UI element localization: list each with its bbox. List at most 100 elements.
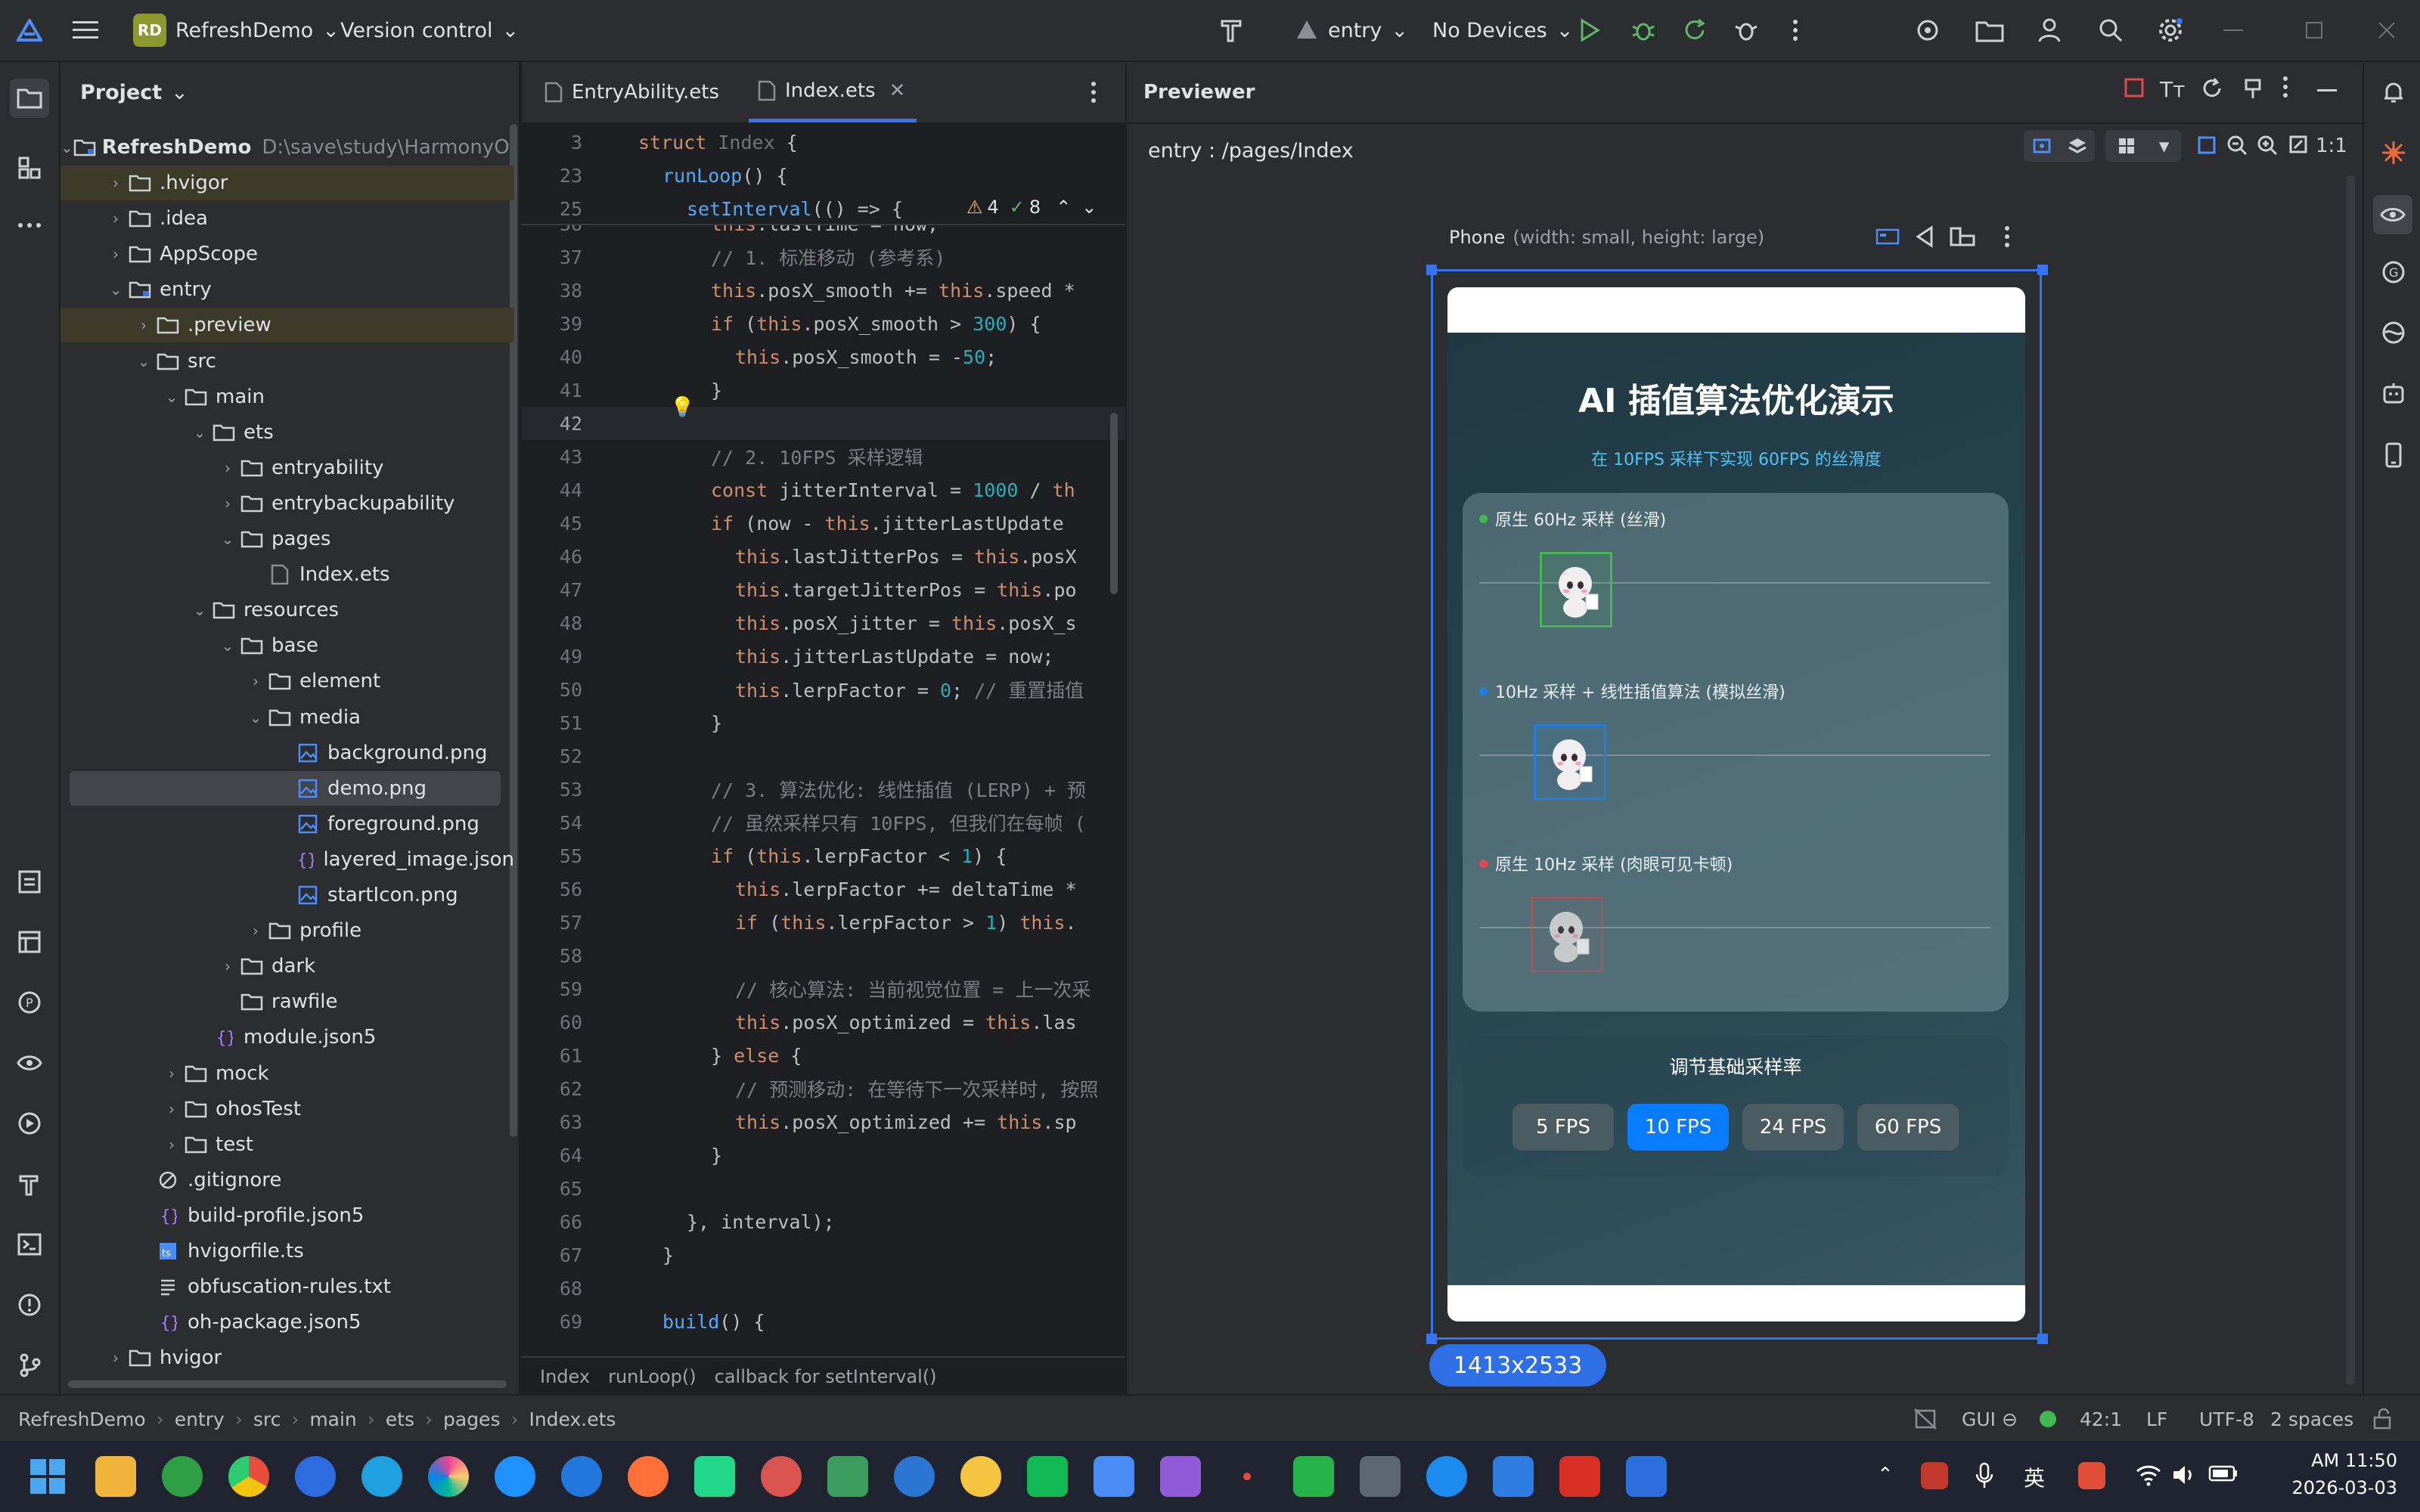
gif-tool-icon[interactable]: [1626, 1456, 1667, 1497]
notifications-icon[interactable]: [2378, 77, 2409, 107]
debug-icon[interactable]: [1630, 0, 1656, 60]
tree-item[interactable]: › ohosTest: [60, 1092, 514, 1126]
stop-icon[interactable]: [2124, 77, 2145, 98]
chevron-right-icon[interactable]: ›: [105, 1349, 126, 1367]
tree-item[interactable]: › element: [60, 664, 514, 699]
attach-debugger-icon[interactable]: [1733, 0, 1759, 60]
chevron-right-icon[interactable]: ›: [217, 459, 238, 477]
fps-60-button[interactable]: 60 FPS: [1857, 1104, 1959, 1151]
component-tree-icon[interactable]: [2032, 136, 2052, 156]
chevron-right-icon[interactable]: ›: [245, 672, 266, 690]
qq-icon[interactable]: [495, 1456, 535, 1497]
firefox-icon[interactable]: [628, 1456, 669, 1497]
app-red-icon[interactable]: [761, 1456, 802, 1497]
clock-time[interactable]: AM 11:50: [2261, 1450, 2397, 1471]
previewer-scrollbar[interactable]: [2346, 175, 2355, 1385]
lightbulb-icon[interactable]: 💡: [670, 396, 694, 419]
todo-icon[interactable]: [14, 866, 45, 897]
crumb-function[interactable]: runLoop(): [608, 1366, 697, 1387]
tree-item[interactable]: › .preview: [60, 308, 514, 343]
device-selector[interactable]: No Devices ⌄: [1432, 0, 1573, 60]
tree-root[interactable]: ⌄ RefreshDemo D:\save\study\HarmonyOS_: [60, 130, 514, 165]
windows-start-icon[interactable]: [30, 1459, 65, 1494]
log-icon[interactable]: [14, 927, 45, 957]
chevron-down-icon[interactable]: ⌄: [217, 637, 238, 655]
tree-item[interactable]: {} module.json5: [60, 1020, 514, 1055]
project-folder-icon[interactable]: [10, 79, 49, 118]
tree-item[interactable]: ⌄ ets: [60, 415, 514, 450]
close-tab-icon[interactable]: ✕: [889, 79, 906, 102]
inspector-icon[interactable]: [14, 1048, 45, 1078]
rotate-icon[interactable]: [1950, 225, 1975, 248]
indent-setting[interactable]: 2 spaces: [2270, 1396, 2353, 1442]
hide-panel-icon[interactable]: [2317, 89, 2337, 92]
refresh-icon[interactable]: [2201, 77, 2223, 100]
file-explorer-icon[interactable]: [95, 1456, 136, 1497]
app-purple-icon[interactable]: [1160, 1456, 1201, 1497]
chevron-right-icon[interactable]: ›: [161, 1100, 182, 1118]
status-path-segment[interactable]: pages: [443, 1408, 500, 1430]
grid-icon[interactable]: [2118, 137, 2136, 155]
chrome-icon[interactable]: [228, 1456, 269, 1497]
edge-icon[interactable]: [361, 1456, 402, 1497]
gui-indicator[interactable]: GUI ⊖: [1962, 1396, 2018, 1442]
tree-item[interactable]: › .idea: [60, 201, 514, 236]
fps-24-button[interactable]: 24 FPS: [1742, 1104, 1844, 1151]
line-separator[interactable]: LF: [2146, 1396, 2167, 1442]
tree-item[interactable]: {} build-profile.json5: [60, 1198, 514, 1233]
resize-handle[interactable]: [2037, 265, 2048, 275]
chevron-down-icon[interactable]: ⌄: [1081, 197, 1097, 218]
inspections-off-icon[interactable]: [1913, 1396, 1938, 1442]
tray-app-icon[interactable]: [1921, 1462, 1948, 1489]
git-icon[interactable]: [14, 1350, 45, 1380]
device-frame-icon[interactable]: [1876, 227, 1900, 246]
tree-item[interactable]: obfuscation-rules.txt: [60, 1269, 514, 1304]
microphone-icon[interactable]: [1975, 1462, 1993, 1489]
problems-icon[interactable]: [14, 1290, 45, 1320]
status-path-segment[interactable]: RefreshDemo: [18, 1408, 146, 1430]
crumb-callback[interactable]: callback for setInterval(): [715, 1366, 937, 1387]
tree-item[interactable]: ⌄ resources: [60, 593, 514, 627]
phone-screen[interactable]: AI 插值算法优化演示 在 10FPS 采样下实现 60FPS 的丝滑度 原生 …: [1447, 287, 2025, 1321]
pycharm-icon[interactable]: [694, 1456, 735, 1497]
run-icon[interactable]: [1579, 0, 1600, 60]
maximize-icon[interactable]: [2305, 0, 2323, 60]
structure-icon[interactable]: [14, 153, 45, 183]
clock-date[interactable]: 2026-03-03: [2261, 1477, 2397, 1498]
readonly-toggle-icon[interactable]: [2372, 1396, 2393, 1442]
tree-item[interactable]: › dark: [60, 949, 514, 984]
tab-entryability[interactable]: EntryAbility.ets: [544, 62, 719, 122]
profiler-icon[interactable]: P: [14, 987, 45, 1018]
calculator-icon[interactable]: [1360, 1456, 1401, 1497]
status-path-segment[interactable]: entry: [175, 1408, 225, 1430]
chevron-right-icon[interactable]: ›: [105, 245, 126, 263]
app-green-icon[interactable]: [827, 1456, 868, 1497]
tree-item[interactable]: › hvigor: [60, 1340, 514, 1375]
device-icon[interactable]: [2378, 440, 2409, 470]
chevron-down-icon[interactable]: ⌄: [105, 280, 126, 299]
chat-icon[interactable]: [1293, 1456, 1334, 1497]
chevron-down-icon[interactable]: ⌄: [245, 708, 266, 727]
store-icon[interactable]: [1493, 1456, 1534, 1497]
tree-item[interactable]: rawfile: [60, 984, 514, 1019]
device-more-icon[interactable]: [2004, 225, 2010, 248]
resize-handle[interactable]: [1426, 1334, 1437, 1344]
chevron-down-icon[interactable]: ⌄: [133, 352, 154, 370]
battery-icon[interactable]: [2208, 1464, 2238, 1483]
tree-item[interactable]: › AppScope: [60, 237, 514, 271]
tree-item[interactable]: .gitignore: [60, 1163, 514, 1198]
tab-index[interactable]: Index.ets ✕: [749, 62, 917, 122]
tree-item[interactable]: › test: [60, 1127, 514, 1162]
chevron-right-icon[interactable]: ›: [217, 494, 238, 513]
tree-item[interactable]: ⌄ base: [60, 628, 514, 663]
pineapple-icon[interactable]: [960, 1456, 1001, 1497]
wifi-icon[interactable]: [2136, 1464, 2161, 1486]
inspection-widget[interactable]: ⚠ 4 ✓ 8 ⌃ ⌄: [966, 191, 1097, 224]
chevron-down-icon[interactable]: ▾: [2159, 135, 2170, 158]
tree-item[interactable]: demo.png: [70, 770, 501, 806]
tree-item[interactable]: › entryability: [60, 451, 514, 485]
ai-assistant-icon[interactable]: [2378, 138, 2409, 168]
app-blue-icon[interactable]: [894, 1456, 935, 1497]
chevron-right-icon[interactable]: ›: [217, 957, 238, 975]
tree-item[interactable]: › mock: [60, 1056, 514, 1091]
